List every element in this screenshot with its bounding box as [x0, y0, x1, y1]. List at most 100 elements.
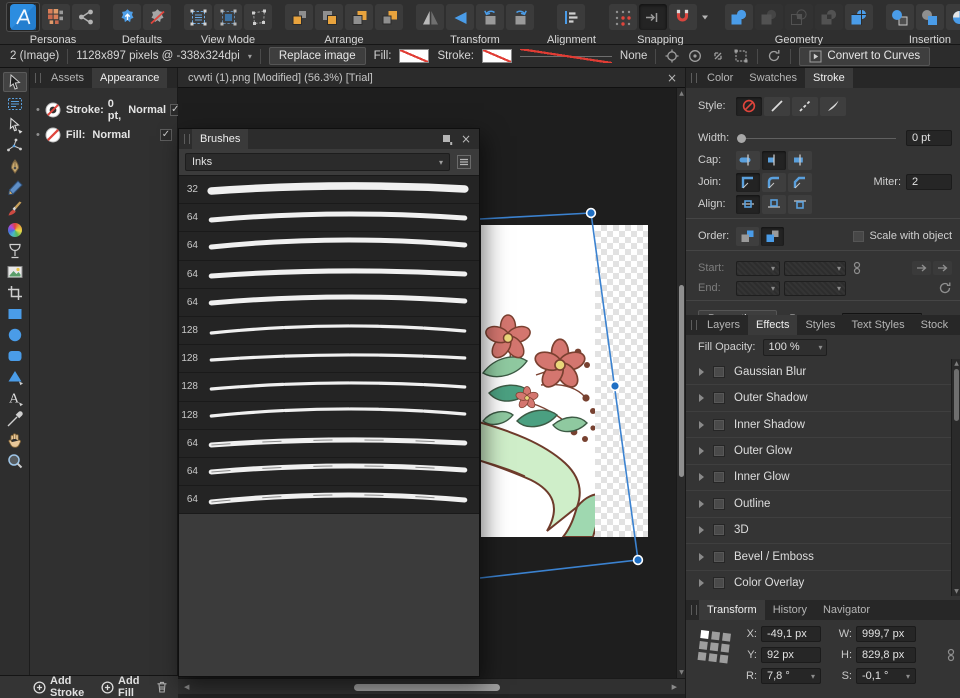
snapping-grid-button[interactable]: [608, 4, 637, 30]
tab-history[interactable]: History: [765, 600, 815, 620]
y-field[interactable]: 92 px: [761, 647, 821, 663]
tab-swatches[interactable]: Swatches: [741, 68, 805, 88]
tab-stock[interactable]: Stock: [913, 315, 957, 335]
slider-knob[interactable]: [737, 133, 746, 143]
tab-navigator[interactable]: Navigator: [815, 600, 878, 620]
width-slider[interactable]: [736, 130, 898, 146]
link-dimensions-icon[interactable]: [946, 648, 956, 662]
transform-objects-icon[interactable]: [733, 48, 749, 64]
width-value-field[interactable]: 0 pt: [906, 130, 952, 146]
r-field[interactable]: 7,8 ° ▾: [761, 668, 821, 684]
selection-handle[interactable]: [609, 380, 621, 392]
cycle-rotation-icon[interactable]: [766, 48, 782, 64]
fill-opacity-select[interactable]: 100 % ▾: [763, 338, 828, 356]
close-icon[interactable]: ×: [461, 132, 471, 146]
tab-effects[interactable]: Effects: [748, 315, 798, 335]
export-persona-button[interactable]: [72, 4, 100, 30]
brush-item[interactable]: 64: [179, 289, 479, 317]
artistic-text-tool[interactable]: A: [3, 389, 27, 407]
colour-picker-tool[interactable]: [3, 410, 27, 428]
effect-row[interactable]: Inner Glow: [686, 463, 951, 491]
outline-view-button[interactable]: [244, 4, 272, 30]
panel-grip-icon[interactable]: [184, 134, 190, 144]
panel-grip-icon[interactable]: [691, 73, 697, 83]
selection-handle[interactable]: [632, 554, 644, 566]
effect-row[interactable]: Bevel / Emboss: [686, 543, 951, 570]
chevron-right-icon[interactable]: [699, 367, 704, 376]
effect-checkbox[interactable]: [713, 365, 725, 378]
snapping-move-button[interactable]: [638, 4, 667, 30]
tab-color[interactable]: Color: [699, 68, 741, 88]
stroke-none-icon[interactable]: [44, 101, 62, 119]
transparency-tool[interactable]: [3, 242, 27, 260]
stroke-swatch[interactable]: [481, 49, 512, 63]
panel-grip-icon[interactable]: [691, 605, 697, 615]
appearance-stroke-row[interactable]: • Stroke: 0 pt, Normal ✓: [30, 97, 181, 122]
chevron-right-icon[interactable]: [699, 473, 704, 482]
pen-tool[interactable]: [3, 158, 27, 176]
chevron-right-icon[interactable]: [699, 552, 704, 561]
style-brush-button[interactable]: [820, 96, 846, 116]
vertical-scrollbar[interactable]: ▲ ▼: [676, 88, 685, 678]
move-to-front-button[interactable]: [285, 4, 313, 30]
brushes-titlebar[interactable]: Brushes ×: [179, 129, 479, 149]
show-selection-icon[interactable]: [687, 48, 703, 64]
fill-tool[interactable]: [3, 221, 27, 239]
brush-item[interactable]: 64: [179, 486, 479, 515]
add-stroke-button[interactable]: Add Stroke: [33, 675, 91, 698]
flip-horizontal-button[interactable]: [416, 4, 444, 30]
effect-checkbox[interactable]: [713, 445, 725, 458]
pixel-persona-button[interactable]: [42, 4, 70, 30]
tab-appearance[interactable]: Appearance: [92, 68, 168, 88]
move-backward-button[interactable]: [345, 4, 373, 30]
rotate-ccw-button[interactable]: [476, 4, 504, 30]
scroll-down-icon[interactable]: ▼: [952, 588, 960, 595]
ellipse-tool[interactable]: [3, 326, 27, 344]
fill-swatch[interactable]: [399, 49, 430, 63]
geometry-add-button[interactable]: [724, 4, 753, 30]
synchronise-defaults-button[interactable]: [113, 4, 141, 30]
vector-view-button[interactable]: [184, 4, 212, 30]
geometry-intersect-button[interactable]: [784, 4, 813, 30]
effect-checkbox[interactable]: [713, 550, 725, 563]
pixel-view-button[interactable]: [214, 4, 242, 30]
geometry-xor-button[interactable]: [814, 4, 843, 30]
tab-text-styles[interactable]: Text Styles: [843, 315, 912, 335]
brush-item[interactable]: 128: [179, 345, 479, 374]
align-outside-button[interactable]: [788, 194, 812, 214]
brush-category-select[interactable]: Inks ▾: [185, 153, 450, 171]
effect-row[interactable]: Outer Shadow: [686, 384, 951, 411]
effect-checkbox[interactable]: [713, 497, 725, 510]
scale-with-object-checkbox[interactable]: [853, 230, 865, 242]
vector-crop-tool[interactable]: [3, 284, 27, 302]
join-miter-button[interactable]: [736, 172, 760, 192]
scroll-up-icon[interactable]: ▲: [952, 360, 960, 367]
brush-item[interactable]: 32: [179, 176, 479, 205]
vertical-scroll-thumb[interactable]: [678, 285, 684, 477]
show-handles-icon[interactable]: [710, 48, 726, 64]
geometry-divide-button[interactable]: [844, 4, 873, 30]
fill-none-icon[interactable]: [44, 126, 62, 144]
chevron-right-icon[interactable]: [699, 579, 704, 588]
document-tabbar[interactable]: cvwti (1).png [Modified] (56.3%) [Trial]…: [178, 68, 685, 88]
geometry-subtract-button[interactable]: [754, 4, 783, 30]
replace-image-button[interactable]: Replace image: [268, 47, 366, 65]
snapping-toggle-button[interactable]: [668, 4, 697, 30]
rectangle-tool[interactable]: [3, 305, 27, 323]
anchor-point-selector[interactable]: [697, 630, 735, 668]
designer-persona-button[interactable]: [6, 2, 40, 32]
move-to-back-button[interactable]: [375, 4, 403, 30]
miter-value-field[interactable]: 2: [906, 174, 952, 190]
cap-square-button[interactable]: [788, 150, 812, 170]
node-tool[interactable]: [3, 116, 27, 134]
brush-options-icon[interactable]: [455, 153, 473, 171]
cap-round-button[interactable]: [736, 150, 760, 170]
view-tool[interactable]: [3, 431, 27, 449]
brush-item[interactable]: 128: [179, 317, 479, 346]
insert-on-top-button[interactable]: [915, 4, 944, 30]
style-solid-button[interactable]: [764, 96, 790, 116]
vector-brush-tool[interactable]: [3, 200, 27, 218]
rounded-rectangle-tool[interactable]: [3, 347, 27, 365]
panel-grip-icon[interactable]: [35, 73, 41, 83]
artboard-tool[interactable]: [3, 95, 27, 113]
